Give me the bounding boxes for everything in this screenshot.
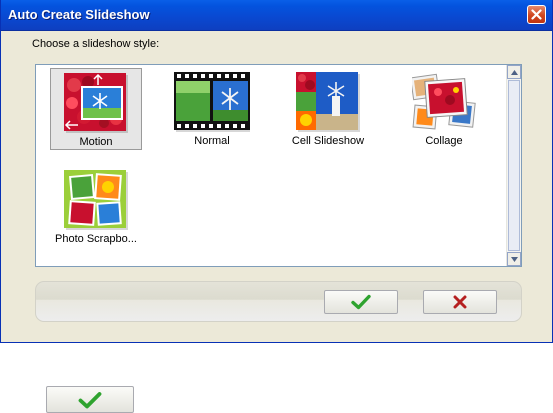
x-icon <box>453 295 467 309</box>
style-item-photo-scrapbook[interactable]: Photo Scrapbo... <box>50 166 142 248</box>
close-icon <box>531 9 542 20</box>
slideshow-style-list[interactable]: Motion Normal Cell Slideshow Collage Pho… <box>35 64 522 267</box>
close-button[interactable] <box>527 5 546 24</box>
vertical-scrollbar[interactable] <box>506 65 521 266</box>
title-bar[interactable]: Auto Create Slideshow <box>1 0 552 31</box>
scrollbar-thumb[interactable] <box>508 80 520 251</box>
photo-scrapbook-thumbnail <box>64 170 128 230</box>
motion-thumbnail <box>64 73 128 133</box>
style-item-motion[interactable]: Motion <box>50 68 142 150</box>
scroll-down-button[interactable] <box>507 252 521 266</box>
style-label: Photo Scrapbo... <box>55 233 137 245</box>
arrow-down-icon <box>511 257 518 262</box>
style-label: Collage <box>425 135 463 147</box>
style-item-collage[interactable]: Collage <box>398 68 490 150</box>
button-panel <box>35 281 522 322</box>
style-label: Cell Slideshow <box>291 135 365 147</box>
arrow-up-icon <box>511 70 518 75</box>
style-label: Motion <box>79 136 113 148</box>
scroll-up-button[interactable] <box>507 65 521 79</box>
prompt-label: Choose a slideshow style: <box>32 38 160 50</box>
dialog-window: Auto Create Slideshow Choose a slideshow… <box>0 0 553 343</box>
style-label: Normal <box>194 135 230 147</box>
window-title: Auto Create Slideshow <box>8 7 150 22</box>
checkmark-icon <box>78 391 102 408</box>
style-item-normal[interactable]: Normal <box>166 68 258 150</box>
ok-button-large[interactable] <box>46 386 134 413</box>
ok-button[interactable] <box>324 290 398 314</box>
checkmark-icon <box>351 294 371 310</box>
normal-thumbnail <box>174 72 250 132</box>
style-item-cell-slideshow[interactable]: Cell Slideshow <box>282 68 374 150</box>
cancel-button[interactable] <box>423 290 497 314</box>
collage-thumbnail <box>412 73 476 130</box>
cell-slideshow-thumbnail <box>296 72 360 132</box>
